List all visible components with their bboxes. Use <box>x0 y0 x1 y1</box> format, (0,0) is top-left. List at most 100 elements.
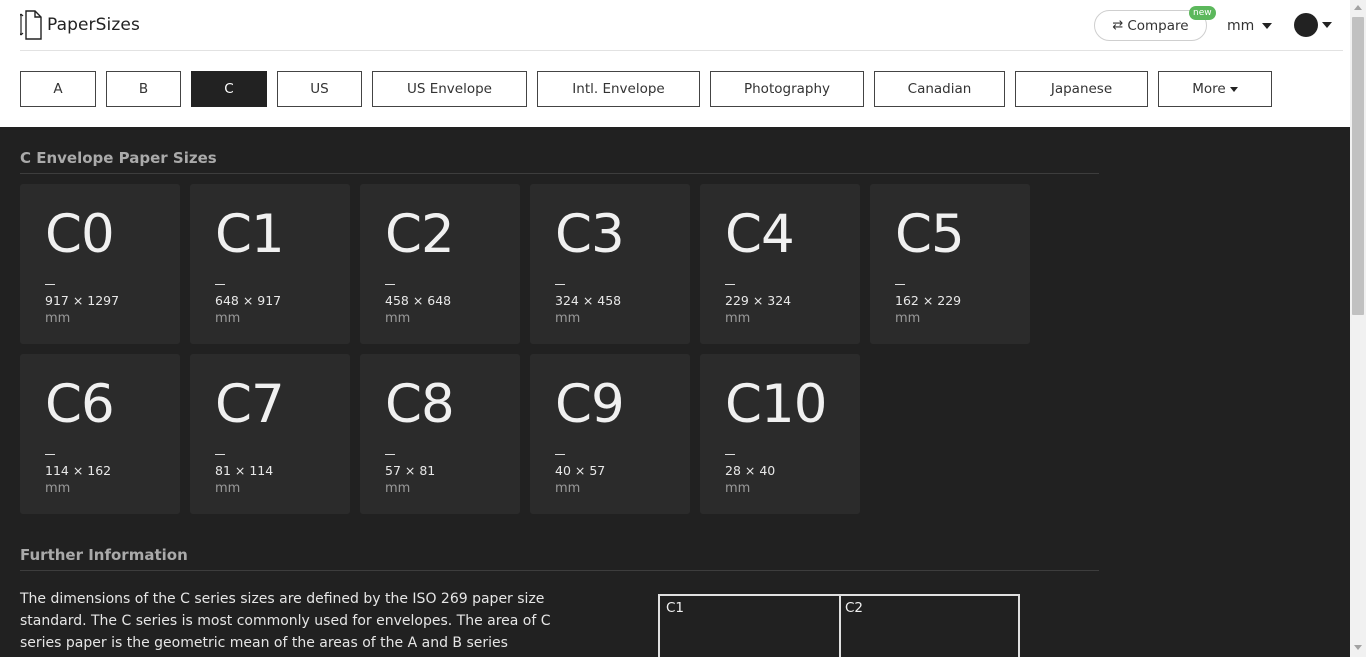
new-badge: new <box>1189 6 1216 20</box>
size-dimensions: 162 × 229 <box>895 293 962 308</box>
size-name: C2 <box>385 204 455 265</box>
size-name: C9 <box>555 374 625 435</box>
diagram-divider <box>839 596 841 657</box>
dash-divider <box>555 284 565 285</box>
size-card-c0[interactable]: C0 917 × 1297 mm <box>20 184 180 344</box>
size-dimensions: 229 × 324 <box>725 293 792 308</box>
further-info-title: Further Information <box>20 546 188 564</box>
tab-label: B <box>138 81 149 97</box>
size-name: C8 <box>385 374 455 435</box>
size-dimensions: 114 × 162 <box>45 463 112 478</box>
dash-divider <box>45 454 55 455</box>
size-unit: mm <box>555 311 581 326</box>
dash-divider <box>215 454 225 455</box>
size-unit: mm <box>385 311 411 326</box>
chevron-down-icon <box>1322 22 1332 28</box>
dash-divider <box>895 284 905 285</box>
dash-divider <box>555 454 565 455</box>
tab-c[interactable]: C <box>191 71 267 107</box>
unit-dropdown[interactable]: mm <box>1227 15 1273 37</box>
tab-us[interactable]: US <box>277 71 362 107</box>
tab-label: C <box>224 81 234 97</box>
header-divider <box>20 50 1343 51</box>
size-dimensions: 458 × 648 <box>385 293 452 308</box>
tab-label: US <box>310 81 329 97</box>
size-unit: mm <box>725 311 751 326</box>
diagram-label-c2: C2 <box>845 600 864 616</box>
size-card-c1[interactable]: C1 648 × 917 mm <box>190 184 350 344</box>
size-card-c9[interactable]: C9 40 × 57 mm <box>530 354 690 514</box>
main-content: C Envelope Paper Sizes C0 917 × 1297 mm … <box>0 127 1350 657</box>
dash-divider <box>215 284 225 285</box>
vertical-scrollbar[interactable] <box>1350 0 1366 657</box>
size-name: C4 <box>725 204 795 265</box>
scroll-thumb[interactable] <box>1352 17 1364 315</box>
unit-value: mm <box>1227 18 1255 34</box>
size-card-c10[interactable]: C10 28 × 40 mm <box>700 354 860 514</box>
brand-name: PaperSizes <box>47 15 140 35</box>
size-unit: mm <box>385 481 411 496</box>
size-unit: mm <box>555 481 581 496</box>
theme-dropdown[interactable] <box>1294 13 1332 37</box>
size-unit: mm <box>725 481 751 496</box>
size-unit: mm <box>215 311 241 326</box>
tab-label: US Envelope <box>406 81 492 97</box>
size-card-c5[interactable]: C5 162 × 229 mm <box>870 184 1030 344</box>
dark-theme-dot-icon <box>1294 13 1318 37</box>
size-dimensions: 57 × 81 <box>385 463 436 478</box>
tab-more[interactable]: More <box>1158 71 1272 107</box>
dash-divider <box>725 284 735 285</box>
dash-divider <box>45 284 55 285</box>
tab-intl-envelope[interactable]: Intl. Envelope <box>537 71 700 107</box>
size-card-c3[interactable]: C3 324 × 458 mm <box>530 184 690 344</box>
tab-canadian[interactable]: Canadian <box>874 71 1005 107</box>
size-card-c2[interactable]: C2 458 × 648 mm <box>360 184 520 344</box>
paper-sizes-logo-icon <box>20 10 42 40</box>
size-name: C7 <box>215 374 285 435</box>
dash-divider <box>725 454 735 455</box>
size-dimensions: 917 × 1297 <box>45 293 120 308</box>
section-divider <box>20 173 1099 174</box>
size-name: C0 <box>45 204 115 265</box>
brand-link[interactable]: PaperSizes <box>20 10 140 40</box>
diagram-label-c1: C1 <box>666 600 685 616</box>
tab-label: A <box>53 81 63 97</box>
size-name: C1 <box>215 204 285 265</box>
tab-label: Photography <box>743 81 831 97</box>
size-unit: mm <box>215 481 241 496</box>
size-dimensions: 648 × 917 <box>215 293 282 308</box>
size-card-c8[interactable]: C8 57 × 81 mm <box>360 354 520 514</box>
tab-japanese[interactable]: Japanese <box>1015 71 1148 107</box>
top-navigation-bar: PaperSizes ⇄ Compare new mm A B C US US … <box>0 0 1350 127</box>
scroll-down-arrow-icon[interactable] <box>1354 645 1362 650</box>
further-info-text: The dimensions of the C series sizes are… <box>20 591 551 651</box>
section-title: C Envelope Paper Sizes <box>20 149 217 167</box>
size-unit: mm <box>45 481 71 496</box>
size-card-c6[interactable]: C6 114 × 162 mm <box>20 354 180 514</box>
size-card-c4[interactable]: C4 229 × 324 mm <box>700 184 860 344</box>
chevron-down-icon <box>1262 23 1273 29</box>
tab-a[interactable]: A <box>20 71 96 107</box>
size-name: C5 <box>895 204 965 265</box>
tab-photography[interactable]: Photography <box>710 71 864 107</box>
size-dimensions: 324 × 458 <box>555 293 622 308</box>
scroll-up-arrow-icon[interactable] <box>1354 5 1362 10</box>
tab-label: Canadian <box>907 81 972 97</box>
tab-b[interactable]: B <box>106 71 181 107</box>
size-dimensions: 40 × 57 <box>555 463 606 478</box>
size-name: C10 <box>725 374 827 435</box>
size-unit: mm <box>895 311 921 326</box>
size-dimensions: 81 × 114 <box>215 463 274 478</box>
swap-arrows-icon: ⇄ <box>1112 18 1124 33</box>
tab-us-envelope[interactable]: US Envelope <box>372 71 527 107</box>
compare-label: Compare <box>1127 17 1189 34</box>
tab-label: Intl. Envelope <box>572 81 665 97</box>
size-dimensions: 28 × 40 <box>725 463 776 478</box>
c-series-diagram: C1 C2 <box>658 594 1020 657</box>
chevron-down-icon <box>1229 86 1238 92</box>
dash-divider <box>385 284 395 285</box>
size-unit: mm <box>45 311 71 326</box>
section-divider <box>20 570 1099 571</box>
dash-divider <box>385 454 395 455</box>
size-card-c7[interactable]: C7 81 × 114 mm <box>190 354 350 514</box>
